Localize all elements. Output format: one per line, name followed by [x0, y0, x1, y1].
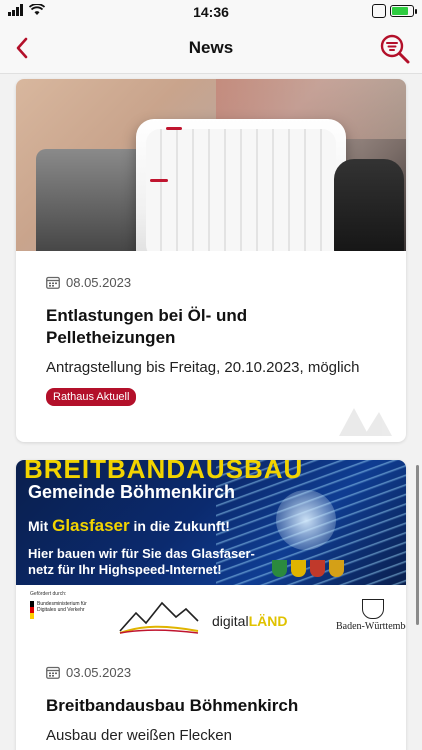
- image-line1: Gemeinde Böhmenkirch: [28, 482, 236, 502]
- scrollbar[interactable]: [416, 465, 419, 625]
- article-title: Entlastungen bei Öl- und Pelletheizungen: [46, 306, 248, 347]
- sponsor-strip: Gefördert durch: Bundesministerium für D…: [16, 585, 406, 645]
- page-title: News: [188, 38, 234, 57]
- navigation-bar: News: [0, 24, 422, 74]
- municipal-crests: [272, 560, 344, 577]
- sponsor-funded-label: Gefördert durch:: [30, 591, 67, 597]
- article-subtitle: Antragstellung bis Freitag, 20.10.2023, …: [46, 359, 360, 376]
- battery-icon: [390, 5, 417, 17]
- calendar-icon: [46, 276, 60, 289]
- news-list[interactable]: 08.05.2023 Entlastungen bei Öl- und Pell…: [0, 75, 422, 750]
- german-flag-icon: [30, 601, 34, 619]
- digital-land-logo: digitalLÄND: [212, 613, 288, 629]
- ministry-name: Bundesministerium für Digitales und Verk…: [37, 601, 87, 613]
- date-row: 08.05.2023: [46, 275, 376, 290]
- search-filter-button[interactable]: [376, 30, 414, 68]
- search-filter-icon: [380, 34, 410, 64]
- status-right: [372, 4, 417, 18]
- calendar-icon: [46, 666, 60, 679]
- article-subtitle: Ausbau der weißen Flecken: [46, 727, 232, 744]
- article-date: 03.05.2023: [66, 665, 132, 680]
- news-card[interactable]: BREITBANDAUSBAU Gemeinde Böhmenkirch Mit…: [16, 460, 406, 750]
- category-tag[interactable]: Rathaus Aktuell: [46, 388, 137, 406]
- watermark-logo-icon: [339, 408, 392, 436]
- article-image-thermostat: [16, 79, 406, 251]
- image-line2: Mit Glasfaser in die Zukunft!: [28, 516, 230, 535]
- article-title: Breitbandausbau Böhmenkirch: [46, 696, 299, 715]
- state-crest-icon: [362, 599, 384, 619]
- houses-logo-icon: [119, 601, 199, 634]
- date-row: 03.05.2023: [46, 665, 376, 680]
- article-date: 08.05.2023: [66, 275, 132, 290]
- article-image-broadband: BREITBANDAUSBAU Gemeinde Böhmenkirch Mit…: [16, 460, 406, 585]
- status-time: 14:36: [193, 4, 229, 20]
- screen-lock-icon: [372, 4, 386, 18]
- state-name: Baden-Württemberg: [336, 621, 406, 632]
- news-card[interactable]: 08.05.2023 Entlastungen bei Öl- und Pell…: [16, 79, 406, 442]
- ministry-logo: Bundesministerium für Digitales und Verk…: [30, 601, 93, 619]
- status-bar: 14:36: [0, 0, 422, 24]
- image-line3: Hier bauen wir für Sie das Glasfaser-net…: [28, 546, 255, 577]
- card-body: 08.05.2023 Entlastungen bei Öl- und Pell…: [16, 275, 406, 406]
- card-body: 03.05.2023 Breitbandausbau Böhmenkirch A…: [16, 665, 406, 746]
